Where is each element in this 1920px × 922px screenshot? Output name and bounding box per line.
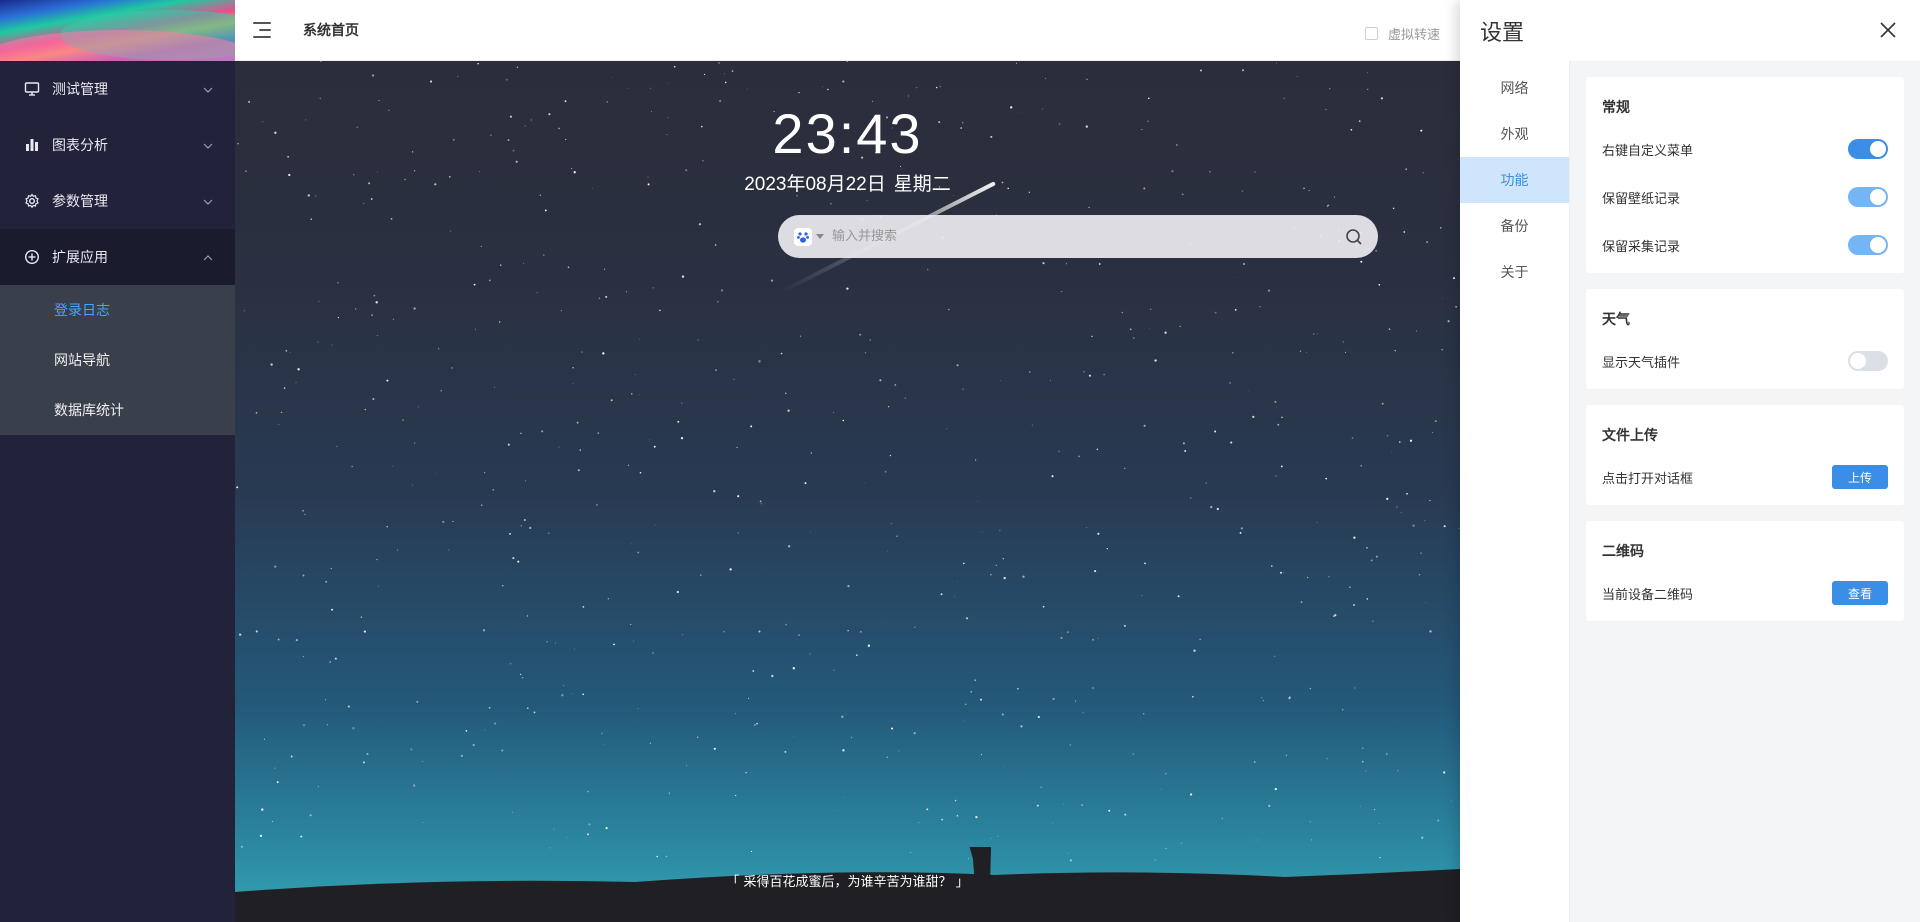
section-title: 文件上传 [1602, 428, 1658, 444]
setting-label: 右键自定义菜单 [1602, 143, 1694, 159]
settings-drawer: 设置 网络 外观 功能 备份 关于 常规 右键自定义菜单 保留壁纸记录 保留采集… [1460, 0, 1920, 922]
sidebar-item-label: 图表分析 [52, 138, 108, 154]
collection-history-toggle[interactable] [1848, 235, 1888, 255]
setting-row: 保留壁纸记录 [1602, 173, 1888, 221]
search-icon[interactable] [1344, 227, 1364, 247]
settings-tab-network[interactable]: 网络 [1460, 65, 1569, 111]
sidebar-item-test-management[interactable]: 测试管理 [0, 61, 235, 117]
logo[interactable] [0, 0, 235, 61]
sidebar-item-label: 测试管理 [52, 82, 108, 98]
setting-label: 点击打开对话框 [1602, 471, 1694, 487]
settings-content: 常规 右键自定义菜单 保留壁纸记录 保留采集记录 天气 显示天气插件 文件上传 … [1570, 61, 1920, 922]
view-qrcode-button[interactable]: 查看 [1832, 581, 1888, 605]
sidebar-subitem-login-log[interactable]: 登录日志 [0, 285, 235, 335]
upload-button[interactable]: 上传 [1832, 465, 1888, 489]
submenu-extension-apps: 登录日志 网站导航 数据库统计 [0, 285, 235, 435]
top-header: 系统首页 虚拟转速 [235, 0, 1460, 61]
settings-card-weather: 天气 显示天气插件 [1586, 289, 1904, 389]
setting-label: 保留壁纸记录 [1602, 191, 1681, 207]
setting-row: 右键自定义菜单 [1602, 125, 1888, 173]
baidu-paw-icon[interactable] [794, 227, 812, 246]
settings-tab-backup[interactable]: 备份 [1460, 203, 1569, 249]
chevron-down-icon [203, 195, 213, 205]
search-bar [778, 215, 1378, 258]
monitor-icon [24, 81, 40, 97]
setting-label: 显示天气插件 [1602, 355, 1681, 371]
settings-tab-features[interactable]: 功能 [1460, 157, 1569, 203]
menu-toggle-icon[interactable] [253, 22, 271, 38]
weather-plugin-toggle[interactable] [1848, 351, 1888, 371]
settings-tab-appearance[interactable]: 外观 [1460, 111, 1569, 157]
settings-card-upload: 文件上传 点击打开对话框 上传 [1586, 405, 1904, 505]
chevron-down-icon [203, 83, 213, 93]
plus-circle-icon [24, 249, 40, 265]
clock-date: 2023年08月22日 星期二 [235, 169, 1460, 196]
settings-header: 设置 [1460, 0, 1920, 61]
chevron-down-icon [203, 139, 213, 149]
section-title: 天气 [1602, 312, 1630, 328]
sidebar: 测试管理 图表分析 参数管理 扩展应用 登录日志 网站导航 数据库统计 [0, 0, 235, 922]
search-input[interactable] [832, 229, 1344, 244]
settings-nav: 网络 外观 功能 备份 关于 [1460, 61, 1570, 922]
sidebar-item-label: 参数管理 [52, 194, 108, 210]
section-title: 二维码 [1602, 544, 1644, 560]
wallpaper-history-toggle[interactable] [1848, 187, 1888, 207]
date-text: 2023年08月22日 [744, 174, 886, 195]
sidebar-item-chart-analysis[interactable]: 图表分析 [0, 117, 235, 173]
weekday-text: 星期二 [893, 174, 951, 195]
settings-card-general: 常规 右键自定义菜单 保留壁纸记录 保留采集记录 [1586, 77, 1904, 273]
clock-time: 23:43 [772, 102, 923, 165]
setting-row: 当前设备二维码 查看 [1602, 569, 1888, 617]
close-icon[interactable] [1878, 20, 1898, 40]
daily-quote: 「 采得百花成蜜后，为谁辛苦为谁甜？ 」 [726, 875, 969, 890]
engine-dropdown-caret-icon[interactable] [816, 234, 824, 239]
gear-icon [24, 193, 40, 209]
bar-chart-icon [24, 137, 40, 153]
context-menu-toggle[interactable] [1848, 139, 1888, 159]
setting-row: 点击打开对话框 上传 [1602, 453, 1888, 501]
home-wallpaper: 23:43 2023年08月22日星期二 「 采得百花成蜜后，为谁辛苦为谁甜？ … [235, 61, 1460, 922]
settings-card-qrcode: 二维码 当前设备二维码 查看 [1586, 521, 1904, 621]
sidebar-item-extension-apps[interactable]: 扩展应用 [0, 229, 235, 285]
setting-row: 保留采集记录 [1602, 221, 1888, 269]
setting-label: 当前设备二维码 [1602, 587, 1694, 603]
section-title: 常规 [1602, 100, 1630, 116]
sidebar-subitem-database-stats[interactable]: 数据库统计 [0, 385, 235, 435]
setting-row: 显示天气插件 [1602, 337, 1888, 385]
virtual-speed-option[interactable]: 虚拟转速 [1364, 24, 1440, 43]
page-title: 系统首页 [303, 23, 359, 39]
setting-label: 保留采集记录 [1602, 239, 1681, 255]
virtual-speed-label: 虚拟转速 [1387, 28, 1440, 43]
sidebar-item-parameter-management[interactable]: 参数管理 [0, 173, 235, 229]
chevron-up-icon [203, 251, 213, 261]
settings-tab-about[interactable]: 关于 [1460, 249, 1569, 295]
sidebar-subitem-site-navigation[interactable]: 网站导航 [0, 335, 235, 385]
virtual-speed-checkbox[interactable] [1364, 27, 1378, 40]
settings-title: 设置 [1480, 20, 1525, 46]
sidebar-item-label: 扩展应用 [52, 250, 108, 266]
